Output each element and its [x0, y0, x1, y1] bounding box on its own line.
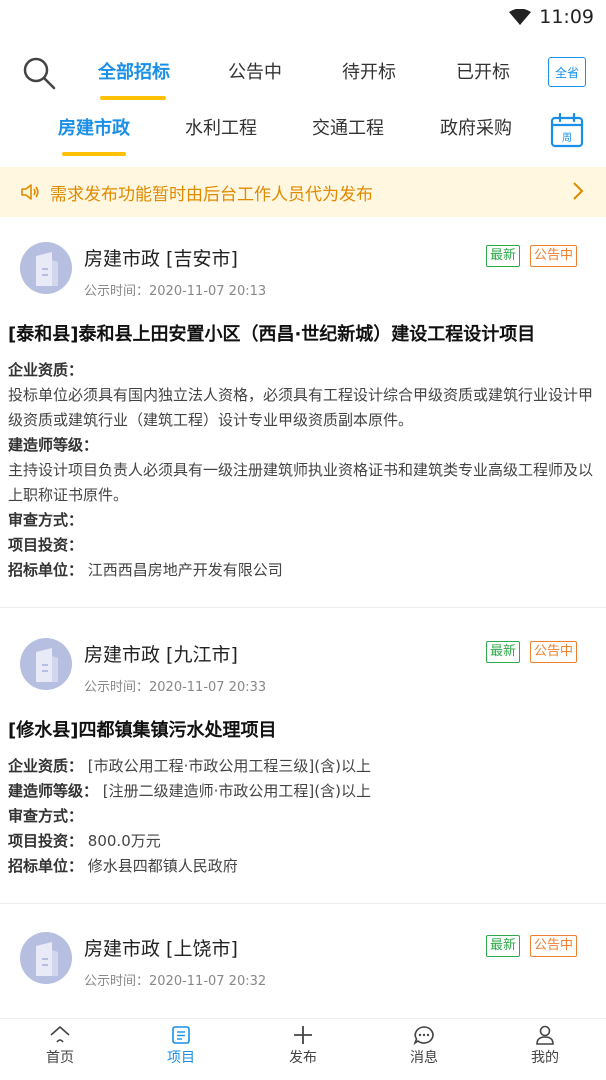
search-icon — [23, 57, 56, 90]
qualification-value: 投标单位必须具有国内独立法人资格，必须具有工程设计综合甲级资质或建筑行业设计甲级… — [8, 386, 594, 429]
tab-announcing[interactable]: 公告中 — [228, 58, 282, 84]
investment-label: 项目投资： — [8, 832, 84, 850]
building-icon — [36, 648, 58, 682]
category-water[interactable]: 水利工程 — [185, 114, 257, 140]
builder-level-value: 主持设计项目负责人必须具有一级注册建筑师执业资格证书和建筑类专业高级工程师及以上… — [8, 461, 594, 504]
calendar-icon: 周 — [550, 112, 584, 148]
card-time: 公示时间：2020-11-07 20:32 — [84, 974, 267, 989]
card-category: 房建市政 [上饶市] — [84, 938, 238, 960]
nav-project[interactable]: 项目 — [141, 1025, 221, 1067]
nav-mine[interactable]: 我的 — [505, 1025, 585, 1067]
card-time: 公示时间：2020-11-07 20:13 — [84, 284, 267, 299]
message-icon — [413, 1026, 434, 1045]
avatar — [20, 932, 72, 984]
nav-publish-label: 发布 — [289, 1050, 317, 1066]
speaker-icon — [21, 184, 39, 200]
category-housing[interactable]: 房建市政 — [58, 114, 130, 140]
tender-card[interactable]: 房建市政 [上饶市] 公示时间：2020-11-07 20:32 最新 公告中 — [0, 916, 606, 1018]
status-badge: 公告中 — [530, 245, 578, 267]
nav-project-label: 项目 — [167, 1050, 195, 1066]
home-icon — [50, 1026, 70, 1043]
builder-level-value: [注册二级建造师·市政公用工程](含)以上 — [102, 782, 371, 800]
user-icon — [536, 1025, 554, 1045]
tenderer-value: 江西西昌房地产开发有限公司 — [87, 561, 283, 579]
card-title: [修水县]四都镇集镇污水处理项目 — [8, 720, 277, 741]
investment-label: 项目投资： — [8, 536, 84, 554]
search-button[interactable] — [22, 56, 56, 90]
nav-message-label: 消息 — [410, 1050, 438, 1066]
building-icon — [36, 942, 58, 976]
project-icon — [172, 1026, 190, 1044]
new-badge: 最新 — [486, 641, 521, 663]
bottom-nav: 首页 项目 发布 消息 我的 — [0, 1018, 606, 1080]
calendar-button[interactable]: 周 — [550, 112, 584, 148]
tab-active-indicator — [100, 96, 166, 100]
tenderer-label: 招标单位： — [8, 561, 84, 579]
building-icon — [36, 252, 58, 286]
tab-pending[interactable]: 待开标 — [342, 58, 396, 84]
avatar — [20, 638, 72, 690]
category-traffic[interactable]: 交通工程 — [312, 114, 384, 140]
nav-message[interactable]: 消息 — [384, 1025, 464, 1067]
new-badge: 最新 — [486, 935, 521, 957]
card-details: 企业资质： 投标单位必须具有国内独立法人资格，必须具有工程设计综合甲级资质或建筑… — [8, 358, 598, 583]
card-category: 房建市政 [吉安市] — [84, 248, 238, 270]
nav-home[interactable]: 首页 — [20, 1025, 100, 1067]
status-bar: 11:09 — [0, 0, 606, 34]
tenderer-label: 招标单位： — [8, 857, 84, 875]
status-tabs: 全部招标 公告中 待开标 已开标 全省 — [0, 48, 606, 100]
nav-home-label: 首页 — [46, 1050, 74, 1066]
status-badge: 公告中 — [530, 641, 578, 663]
category-government[interactable]: 政府采购 — [440, 114, 512, 140]
tab-opened[interactable]: 已开标 — [456, 58, 510, 84]
qualification-label: 企业资质： — [8, 757, 84, 775]
card-title: [泰和县]泰和县上田安置小区（西昌·世纪新城）建设工程设计项目 — [8, 324, 536, 345]
tenderer-value: 修水县四都镇人民政府 — [87, 857, 238, 875]
new-badge: 最新 — [486, 245, 521, 267]
plus-icon — [294, 1026, 312, 1044]
card-details: 企业资质： [市政公用工程·市政公用工程三级](含)以上 建造师等级： [注册二… — [8, 754, 598, 879]
tender-card[interactable]: 房建市政 [吉安市] 公示时间：2020-11-07 20:13 最新 公告中 … — [0, 226, 606, 608]
builder-level-label: 建造师等级： — [8, 436, 99, 454]
qualification-value: [市政公用工程·市政公用工程三级](含)以上 — [87, 757, 371, 775]
nav-publish[interactable]: 发布 — [263, 1025, 343, 1067]
calendar-label: 周 — [562, 132, 572, 144]
card-time: 公示时间：2020-11-07 20:33 — [84, 680, 267, 695]
tab-all[interactable]: 全部招标 — [98, 58, 170, 84]
status-badge: 公告中 — [530, 935, 578, 957]
builder-level-label: 建造师等级： — [8, 782, 99, 800]
notice-text: 需求发布功能暂时由后台工作人员代为发布 — [50, 184, 373, 205]
tender-card[interactable]: 房建市政 [九江市] 公示时间：2020-11-07 20:33 最新 公告中 … — [0, 622, 606, 904]
status-time: 11:09 — [539, 6, 594, 28]
province-button[interactable]: 全省 — [548, 57, 586, 87]
wifi-icon — [509, 9, 532, 25]
nav-mine-label: 我的 — [531, 1050, 559, 1066]
category-tabs: 房建市政 水利工程 交通工程 政府采购 周 — [0, 104, 606, 160]
card-category: 房建市政 [九江市] — [84, 644, 238, 666]
chevron-right-icon — [573, 182, 584, 200]
category-active-indicator — [62, 152, 126, 156]
investment-value: 800.0万元 — [87, 832, 161, 850]
review-label: 审查方式： — [8, 511, 84, 529]
avatar — [20, 242, 72, 294]
qualification-label: 企业资质： — [8, 361, 84, 379]
review-label: 审查方式： — [8, 807, 84, 825]
notice-bar[interactable]: 需求发布功能暂时由后台工作人员代为发布 — [0, 167, 606, 217]
